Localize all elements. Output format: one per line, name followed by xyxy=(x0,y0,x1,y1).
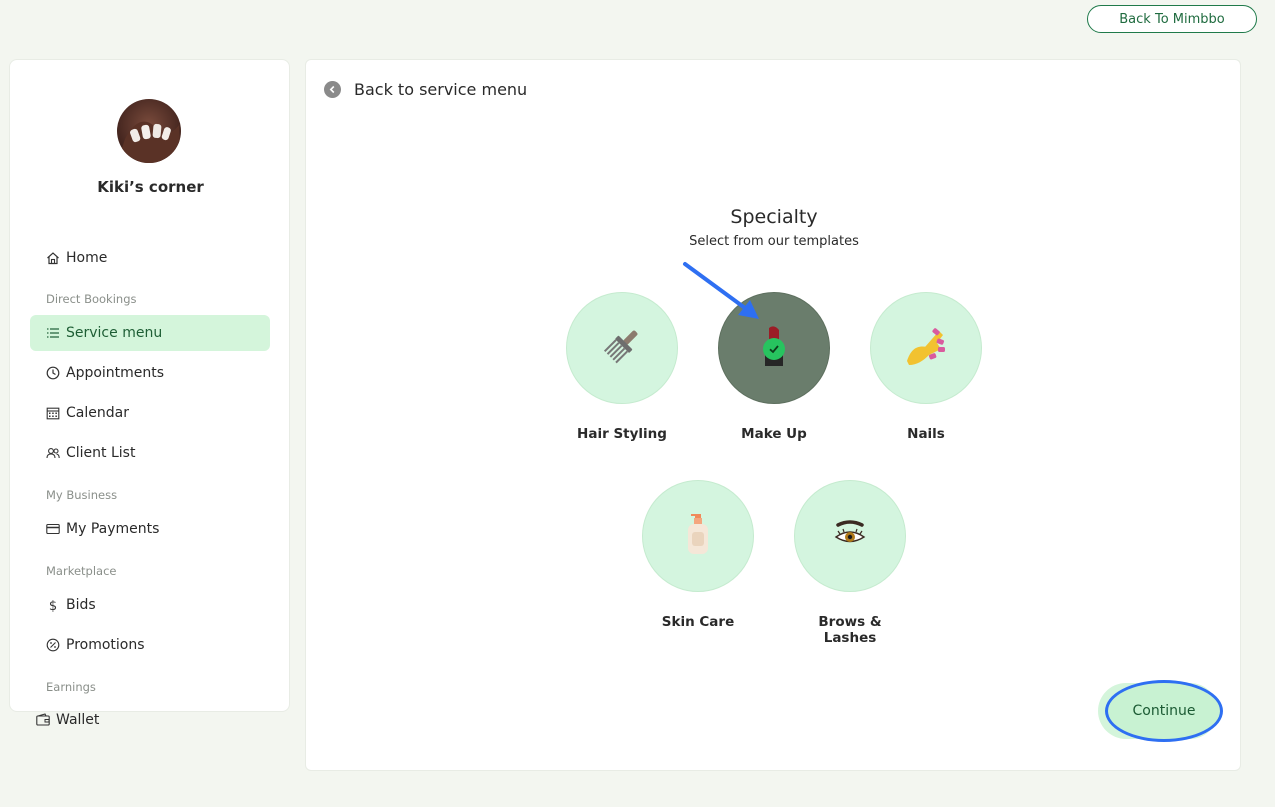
specialty-label: Hair Styling xyxy=(577,426,667,442)
specialty-label: Brows & Lashes xyxy=(818,614,882,646)
home-icon xyxy=(46,251,60,265)
specialty-label: Skin Care xyxy=(661,614,735,630)
section-direct-bookings: Direct Bookings xyxy=(46,292,137,306)
sidebar-item-label: Client List xyxy=(66,445,136,461)
specialty-circle xyxy=(870,292,982,404)
specialty-skin-care[interactable]: Skin Care xyxy=(642,480,754,630)
page-subtitle: Select from our templates xyxy=(689,234,859,249)
section-my-business: My Business xyxy=(46,488,118,502)
hair-pick-icon xyxy=(600,324,644,372)
specialty-circle xyxy=(794,480,906,592)
continue-button[interactable]: Continue xyxy=(1105,680,1223,742)
sidebar-item-client-list[interactable]: Client List xyxy=(30,435,270,471)
specialty-nails[interactable]: Nails xyxy=(870,292,982,442)
sidebar-item-calendar[interactable]: Calendar xyxy=(30,395,270,431)
specialty-circle xyxy=(642,480,754,592)
sidebar-item-appointments[interactable]: Appointments xyxy=(30,355,270,391)
wallet-icon xyxy=(36,713,50,727)
sidebar-item-service-menu[interactable]: Service menu xyxy=(30,315,270,351)
nail-polish-icon xyxy=(903,323,949,373)
shop-name: Kiki’s corner xyxy=(97,178,204,196)
specialty-circle xyxy=(566,292,678,404)
specialty-label: Nails xyxy=(907,426,945,442)
dollar-icon: $ xyxy=(46,598,60,612)
section-earnings: Earnings xyxy=(46,680,96,694)
continue-button-wrap: Continue xyxy=(1096,680,1226,742)
sidebar-item-bids[interactable]: $ Bids xyxy=(30,587,270,623)
sidebar-item-label: Promotions xyxy=(66,637,145,653)
svg-text:$: $ xyxy=(49,599,57,612)
discount-icon xyxy=(46,638,60,652)
specialty-hair-styling[interactable]: Hair Styling xyxy=(566,292,678,442)
sidebar-item-my-payments[interactable]: My Payments xyxy=(30,511,270,547)
back-to-service-menu-link[interactable]: Back to service menu xyxy=(324,80,527,99)
users-icon xyxy=(46,446,60,460)
chevron-left-icon xyxy=(324,81,341,98)
specialty-brows-lashes[interactable]: Brows & Lashes xyxy=(794,480,906,646)
checkmark-icon xyxy=(763,338,785,360)
sidebar-item-label: Wallet xyxy=(56,712,100,728)
sidebar-item-home[interactable]: Home xyxy=(30,240,270,276)
sidebar-item-wallet[interactable]: Wallet xyxy=(36,712,99,728)
avatar xyxy=(117,99,181,163)
sidebar-item-promotions[interactable]: Promotions xyxy=(30,627,270,663)
sidebar-item-label: My Payments xyxy=(66,521,160,537)
sidebar-item-label: Service menu xyxy=(66,325,163,341)
clock-icon xyxy=(46,366,60,380)
credit-card-icon xyxy=(46,522,60,536)
sidebar-item-label: Calendar xyxy=(66,405,129,421)
main-panel: Back to service menu Specialty Select fr… xyxy=(305,59,1241,771)
calendar-icon xyxy=(46,406,60,420)
sidebar-item-label: Home xyxy=(66,250,108,266)
lotion-bottle-icon xyxy=(683,512,713,560)
page-title: Specialty xyxy=(730,206,818,228)
specialty-label: Make Up xyxy=(741,426,807,442)
specialty-circle xyxy=(718,292,830,404)
back-link-label: Back to service menu xyxy=(354,80,528,99)
back-to-mimbbo-button[interactable]: Back To Mimbbo xyxy=(1087,5,1257,33)
sidebar-item-label: Bids xyxy=(66,597,96,613)
sidebar: Kiki’s corner Home Direct Bookings Servi… xyxy=(9,59,290,712)
specialty-make-up[interactable]: Make Up xyxy=(718,292,830,442)
eye-icon xyxy=(832,519,868,553)
sidebar-item-label: Appointments xyxy=(66,365,165,381)
list-icon xyxy=(46,326,60,340)
section-marketplace: Marketplace xyxy=(46,564,117,578)
